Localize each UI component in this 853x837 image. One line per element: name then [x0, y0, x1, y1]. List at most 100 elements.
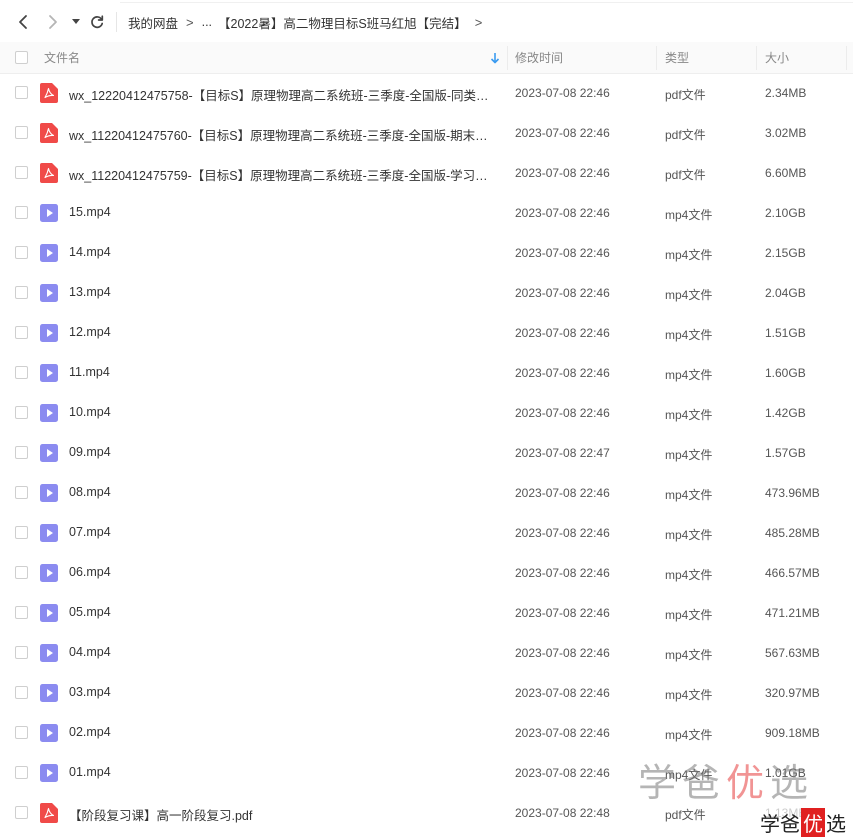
breadcrumb-root[interactable]: 我的网盘 — [128, 13, 178, 32]
breadcrumb-current[interactable]: 【2022暑】高二物理目标S班马红旭【完结】 — [218, 13, 467, 32]
file-modified-time: 2023-07-08 22:46 — [515, 86, 610, 100]
file-row[interactable]: 07.mp4 2023-07-08 22:46 mp4文件 485.28MB — [0, 513, 853, 553]
row-checkbox[interactable] — [15, 326, 28, 339]
file-size: 1.42GB — [765, 406, 806, 420]
row-checkbox[interactable] — [15, 646, 28, 659]
file-modified-time: 2023-07-08 22:46 — [515, 166, 610, 180]
file-row[interactable]: 12.mp4 2023-07-08 22:46 mp4文件 1.51GB — [0, 313, 853, 353]
file-type: mp4文件 — [665, 208, 713, 222]
file-name[interactable]: 04.mp4 — [69, 645, 494, 659]
forward-button[interactable] — [42, 10, 64, 34]
row-checkbox[interactable] — [15, 806, 28, 819]
video-icon — [40, 203, 58, 223]
file-row[interactable]: wx_11220412475760-【目标S】原理物理高二系统班-三季度-全国版… — [0, 113, 853, 153]
file-row[interactable]: 15.mp4 2023-07-08 22:46 mp4文件 2.10GB — [0, 193, 853, 233]
video-icon — [40, 443, 58, 463]
caret-down-icon — [72, 19, 80, 24]
video-icon — [40, 243, 58, 263]
breadcrumb-ellipsis[interactable]: ... — [202, 15, 212, 29]
column-header-type[interactable]: 类型 — [665, 42, 689, 74]
column-divider[interactable] — [846, 46, 847, 70]
row-checkbox[interactable] — [15, 406, 28, 419]
row-checkbox[interactable] — [15, 206, 28, 219]
row-checkbox[interactable] — [15, 126, 28, 139]
file-type: mp4文件 — [665, 648, 713, 662]
file-name[interactable]: 01.mp4 — [69, 765, 494, 779]
file-type: mp4文件 — [665, 328, 713, 342]
column-header-modified[interactable]: 修改时间 — [515, 42, 563, 74]
file-size: 567.63MB — [765, 646, 820, 660]
file-row[interactable]: 10.mp4 2023-07-08 22:46 mp4文件 1.42GB — [0, 393, 853, 433]
select-all-checkbox[interactable] — [15, 51, 28, 64]
row-checkbox[interactable] — [15, 446, 28, 459]
file-name[interactable]: 10.mp4 — [69, 405, 494, 419]
row-checkbox[interactable] — [15, 686, 28, 699]
column-header-name[interactable]: 文件名 — [44, 42, 80, 74]
file-row[interactable]: 13.mp4 2023-07-08 22:46 mp4文件 2.04GB — [0, 273, 853, 313]
file-name[interactable]: 11.mp4 — [69, 365, 494, 379]
file-row[interactable]: 02.mp4 2023-07-08 22:46 mp4文件 909.18MB — [0, 713, 853, 753]
file-name[interactable]: 【阶段复习课】高一阶段复习.pdf — [69, 805, 494, 824]
file-row[interactable]: 08.mp4 2023-07-08 22:46 mp4文件 473.96MB — [0, 473, 853, 513]
file-row[interactable]: wx_11220412475759-【目标S】原理物理高二系统班-三季度-全国版… — [0, 153, 853, 193]
breadcrumb-separator-icon: > — [186, 14, 194, 30]
file-row[interactable]: 03.mp4 2023-07-08 22:46 mp4文件 320.97MB — [0, 673, 853, 713]
file-modified-time: 2023-07-08 22:46 — [515, 326, 610, 340]
file-name[interactable]: wx_12220412475758-【目标S】原理物理高二系统班-三季度-全国版… — [69, 85, 494, 104]
row-checkbox[interactable] — [15, 86, 28, 99]
file-row[interactable]: 04.mp4 2023-07-08 22:46 mp4文件 567.63MB — [0, 633, 853, 673]
file-name[interactable]: 15.mp4 — [69, 205, 494, 219]
video-icon — [40, 283, 58, 303]
file-name[interactable]: 14.mp4 — [69, 245, 494, 259]
row-checkbox[interactable] — [15, 246, 28, 259]
pdf-icon — [40, 83, 58, 103]
row-checkbox[interactable] — [15, 486, 28, 499]
file-row[interactable]: 05.mp4 2023-07-08 22:46 mp4文件 471.21MB — [0, 593, 853, 633]
file-row[interactable]: 09.mp4 2023-07-08 22:47 mp4文件 1.57GB — [0, 433, 853, 473]
file-name[interactable]: 07.mp4 — [69, 525, 494, 539]
row-checkbox[interactable] — [15, 766, 28, 779]
row-checkbox[interactable] — [15, 566, 28, 579]
file-name[interactable]: 03.mp4 — [69, 685, 494, 699]
file-row[interactable]: 06.mp4 2023-07-08 22:46 mp4文件 466.57MB — [0, 553, 853, 593]
file-row[interactable]: 11.mp4 2023-07-08 22:46 mp4文件 1.60GB — [0, 353, 853, 393]
row-checkbox[interactable] — [15, 366, 28, 379]
file-row[interactable]: 14.mp4 2023-07-08 22:46 mp4文件 2.15GB — [0, 233, 853, 273]
file-modified-time: 2023-07-08 22:46 — [515, 726, 610, 740]
breadcrumb-expand-icon[interactable]: > — [475, 15, 483, 30]
row-checkbox[interactable] — [15, 286, 28, 299]
refresh-button[interactable] — [86, 10, 108, 34]
file-name[interactable]: 08.mp4 — [69, 485, 494, 499]
column-divider[interactable] — [656, 46, 657, 70]
file-name[interactable]: 05.mp4 — [69, 605, 494, 619]
file-name[interactable]: 09.mp4 — [69, 445, 494, 459]
row-checkbox[interactable] — [15, 606, 28, 619]
file-name[interactable]: wx_11220412475759-【目标S】原理物理高二系统班-三季度-全国版… — [69, 165, 494, 184]
toolbar-divider — [120, 2, 853, 3]
watermark-text-highlight: 优 — [726, 761, 771, 805]
file-size: 473.96MB — [765, 486, 820, 500]
column-header-size[interactable]: 大小 — [765, 42, 789, 74]
file-type: mp4文件 — [665, 448, 713, 462]
history-dropdown-button[interactable] — [67, 10, 85, 34]
column-divider[interactable] — [756, 46, 757, 70]
file-name[interactable]: 13.mp4 — [69, 285, 494, 299]
file-name[interactable]: 02.mp4 — [69, 725, 494, 739]
watermark-logo: 学爸优选 — [638, 752, 814, 807]
row-checkbox[interactable] — [15, 726, 28, 739]
file-row[interactable]: wx_12220412475758-【目标S】原理物理高二系统班-三季度-全国版… — [0, 73, 853, 113]
watermark-text: 选 — [770, 761, 815, 805]
file-name[interactable]: wx_11220412475760-【目标S】原理物理高二系统班-三季度-全国版… — [69, 125, 494, 144]
file-type: pdf文件 — [665, 808, 706, 822]
file-name[interactable]: 06.mp4 — [69, 565, 494, 579]
column-divider[interactable] — [507, 46, 508, 70]
file-size: 2.04GB — [765, 286, 806, 300]
sort-arrow-down-icon[interactable] — [490, 52, 500, 64]
file-name[interactable]: 12.mp4 — [69, 325, 494, 339]
file-modified-time: 2023-07-08 22:46 — [515, 606, 610, 620]
row-checkbox[interactable] — [15, 526, 28, 539]
video-icon — [40, 363, 58, 383]
back-button[interactable] — [12, 10, 34, 34]
toolbar: 我的网盘 > ... 【2022暑】高二物理目标S班马红旭【完结】 > — [0, 0, 853, 44]
row-checkbox[interactable] — [15, 166, 28, 179]
